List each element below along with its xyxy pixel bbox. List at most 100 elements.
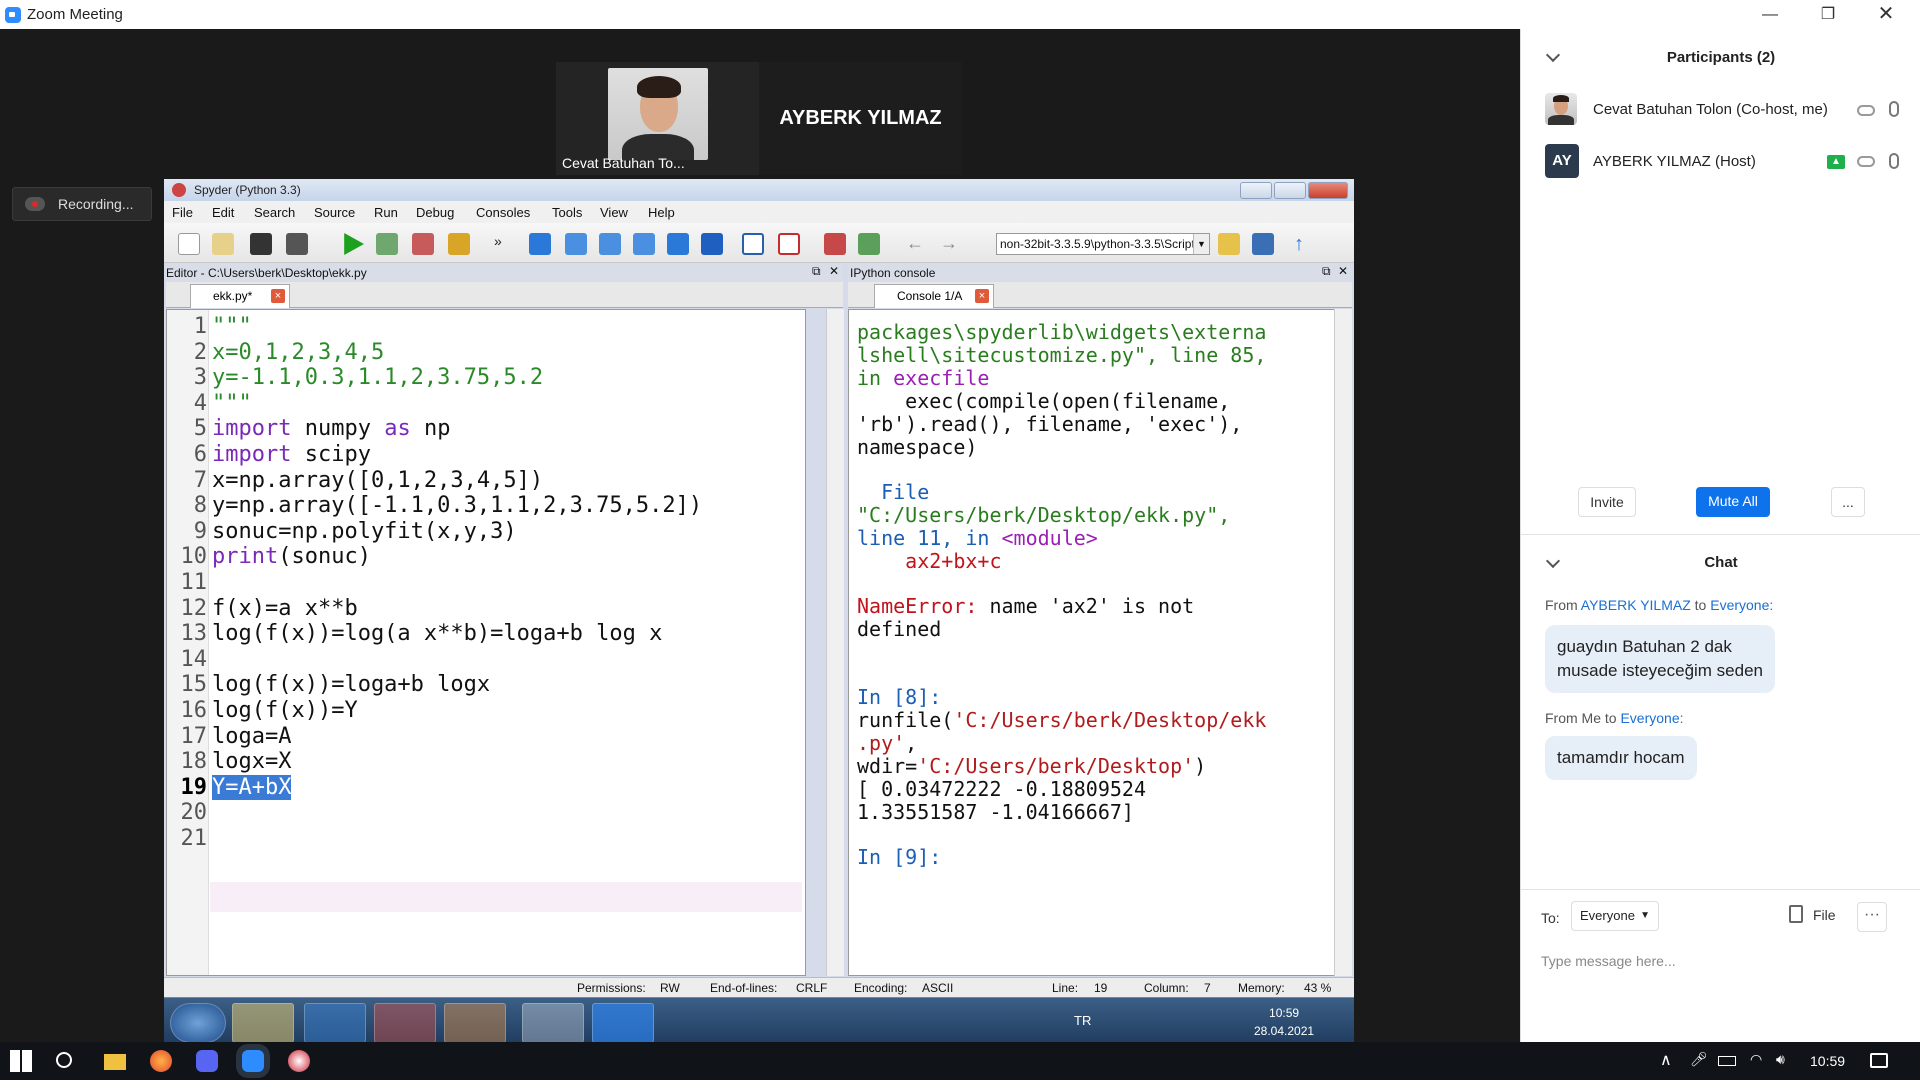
code-line[interactable]: print(sonuc) <box>212 544 371 569</box>
spyder-restore-button[interactable] <box>1274 182 1306 199</box>
editor-scrollbar[interactable] <box>826 309 844 976</box>
code-line[interactable]: """ <box>212 314 252 339</box>
run-selection-icon[interactable] <box>448 233 470 255</box>
microphone-icon[interactable] <box>1889 101 1899 117</box>
code-line[interactable]: y=np.array([-1.1,0.3,1.1,2,3.75,5.2]) <box>212 493 702 518</box>
start-orb-icon[interactable] <box>170 1003 226 1043</box>
firefox-icon[interactable] <box>150 1050 172 1072</box>
message-input[interactable]: Type message here... <box>1541 953 1676 969</box>
close-tab-icon[interactable]: × <box>975 289 989 303</box>
explorer-icon[interactable] <box>232 1003 294 1043</box>
parent-dir-icon[interactable]: ↑ <box>1288 233 1310 255</box>
language-indicator[interactable]: TR <box>1074 1013 1091 1028</box>
notification-icon[interactable] <box>1870 1053 1888 1068</box>
fullscreen-icon[interactable] <box>778 233 800 255</box>
recipient-select[interactable]: Everyone ▼ <box>1571 901 1659 931</box>
menu-help[interactable]: Help <box>648 205 675 220</box>
code-line[interactable]: """ <box>212 391 252 416</box>
forward-icon[interactable]: → <box>938 233 960 255</box>
chevron-up-icon[interactable]: ∧ <box>1660 1050 1672 1070</box>
menu-consoles[interactable]: Consoles <box>476 205 530 220</box>
step-icon[interactable] <box>565 233 587 255</box>
save-icon[interactable] <box>250 233 272 255</box>
chat-bubble[interactable]: guaydın Batuhan 2 dak musade isteyeceğim… <box>1545 625 1776 693</box>
maximize-pane-icon[interactable] <box>742 233 764 255</box>
chevron-down-icon[interactable]: ▼ <box>1193 234 1209 254</box>
code-line[interactable]: y=-1.1,0.3,1.1,2,3.75,5.2 <box>212 365 543 390</box>
undock-icon[interactable]: ⧉ <box>812 264 821 279</box>
volume-icon[interactable]: 🔊︎ <box>1776 1051 1785 1068</box>
close-tab-icon[interactable]: × <box>271 289 285 303</box>
chat-recipient-link[interactable]: Everyone: <box>1620 710 1683 726</box>
menu-tools[interactable]: Tools <box>552 205 582 220</box>
spyder-minimize-button[interactable] <box>1240 182 1272 199</box>
step-into-icon[interactable] <box>599 233 621 255</box>
discord-icon[interactable] <box>196 1050 218 1072</box>
code-line[interactable]: import numpy as np <box>212 416 450 441</box>
back-icon[interactable]: ← <box>904 233 926 255</box>
run-icon[interactable] <box>344 233 364 255</box>
code-line[interactable]: sonuc=np.polyfit(x,y,3) <box>212 519 517 544</box>
code-line[interactable]: Y=A+bX <box>212 774 292 800</box>
tab-ekk-py[interactable]: ekk.py* × <box>190 284 290 308</box>
internet-explorer-icon[interactable] <box>304 1003 366 1043</box>
undock-icon[interactable]: ⧉ <box>1322 264 1331 279</box>
code-editor[interactable]: 1 2 3 4 5 6 7 8 9 10 11 12 13 14 15 16 17 18 19 20 21 """ x=0… <box>166 309 806 976</box>
working-directory-field[interactable]: non-32bit-3.3.5.9\python-3.3.5\Scripts ▼ <box>996 233 1210 255</box>
code-line[interactable]: loga=A <box>212 724 291 749</box>
search-icon[interactable] <box>56 1052 72 1068</box>
invite-button[interactable]: Invite <box>1578 487 1636 517</box>
chat-bubble[interactable]: tamamdır hocam <box>1545 736 1697 780</box>
zoom-taskbar-icon[interactable] <box>592 1003 654 1043</box>
code-line[interactable]: f(x)=a x**b <box>212 596 358 621</box>
menu-file[interactable]: File <box>172 205 193 220</box>
recording-indicator[interactable]: Recording... <box>12 187 152 221</box>
stop-debug-icon[interactable] <box>701 233 723 255</box>
close-pane-icon[interactable]: ✕ <box>1338 264 1348 278</box>
ipython-console[interactable]: packages\spyderlib\widgets\externa lshel… <box>848 309 1342 976</box>
code-line[interactable]: x=np.array([0,1,2,3,4,5]) <box>212 468 543 493</box>
participant-video-tile[interactable]: AYBERK YILMAZ <box>759 62 962 175</box>
battery-icon[interactable] <box>1718 1056 1736 1066</box>
python-icon[interactable] <box>1252 233 1274 255</box>
code-line[interactable]: x=0,1,2,3,4,5 <box>212 340 384 365</box>
code-line[interactable]: log(f(x))=loga+b logx <box>212 672 490 697</box>
spyder-icon[interactable] <box>288 1050 310 1072</box>
mute-all-button[interactable]: Mute All <box>1696 487 1770 517</box>
browse-folder-icon[interactable] <box>1218 233 1240 255</box>
code-line[interactable]: import scipy <box>212 442 371 467</box>
file-explorer-icon[interactable] <box>104 1054 126 1070</box>
code-line[interactable]: log(f(x))=log(a x**b)=loga+b log x <box>212 621 662 646</box>
spyder-close-button[interactable] <box>1308 182 1348 199</box>
zoom-taskbar-icon[interactable] <box>242 1050 264 1072</box>
preferences-icon[interactable] <box>824 233 846 255</box>
menu-edit[interactable]: Edit <box>212 205 234 220</box>
chat-recipient-link[interactable]: Everyone: <box>1710 597 1773 613</box>
continue-icon[interactable] <box>667 233 689 255</box>
more-icon[interactable]: » <box>494 233 506 255</box>
more-icon[interactable]: ··· <box>1857 902 1887 932</box>
maximize-icon[interactable]: ❐ <box>1799 0 1857 29</box>
menu-source[interactable]: Source <box>314 205 355 220</box>
media-player-icon[interactable] <box>444 1003 506 1043</box>
new-file-icon[interactable] <box>178 233 200 255</box>
run-cell-advance-icon[interactable] <box>412 233 434 255</box>
run-cell-icon[interactable] <box>376 233 398 255</box>
chrome-icon[interactable] <box>374 1003 436 1043</box>
open-file-icon[interactable] <box>212 233 234 255</box>
file-button[interactable]: File <box>1813 907 1836 923</box>
more-options-button[interactable]: ... <box>1831 487 1865 517</box>
microphone-icon[interactable]: 🎤︎ <box>1690 1051 1708 1068</box>
menu-view[interactable]: View <box>600 205 628 220</box>
participant-video-tile[interactable]: Cevat Batuhan To... <box>556 62 759 175</box>
file-icon[interactable] <box>1789 905 1803 923</box>
microphone-icon[interactable] <box>1889 153 1899 169</box>
clock[interactable]: 10:59 <box>1810 1053 1845 1069</box>
minimize-icon[interactable]: — <box>1741 0 1799 29</box>
close-icon[interactable]: ✕ <box>1857 0 1915 29</box>
win7-clock[interactable]: 10:59 28.04.2021 <box>1254 1004 1314 1040</box>
menu-search[interactable]: Search <box>254 205 295 220</box>
step-return-icon[interactable] <box>633 233 655 255</box>
menu-run[interactable]: Run <box>374 205 398 220</box>
save-all-icon[interactable] <box>286 233 308 255</box>
